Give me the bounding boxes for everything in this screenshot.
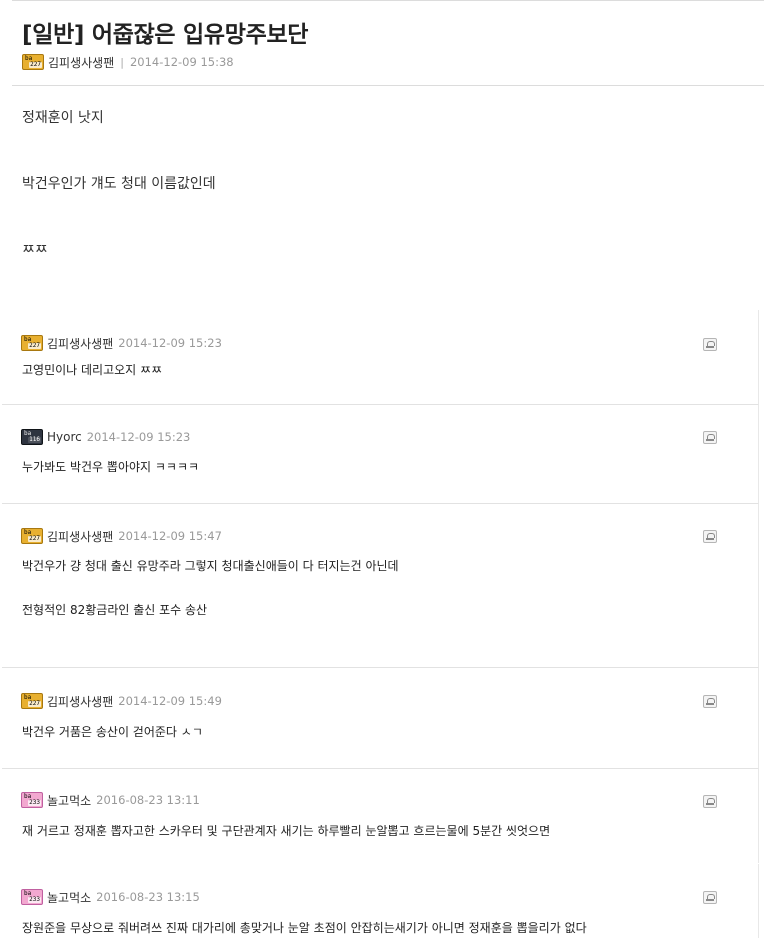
comment-date: 2014-12-09 15:23 [86,430,191,444]
comment-date: 2016-08-23 13:15 [96,890,200,904]
report-icon[interactable] [703,431,717,444]
comment-header: ba 227 김피생사생팬 2014-12-09 15:47 [21,527,222,545]
level-badge-icon: ba 116 [21,429,43,445]
comment-author[interactable]: 김피생사생팬 [47,335,113,352]
comment-date: 2014-12-09 15:47 [118,529,222,543]
comment-author[interactable]: 놀고먹소 [47,889,91,906]
comment-header: ba 227 김피생사생팬 2014-12-09 15:49 [21,692,222,710]
comment-text: 고영민이나 데리고오지 ㅉㅉ [22,363,163,377]
comment-author[interactable]: Hyorc [47,430,82,444]
post-date: 2014-12-09 15:38 [129,55,234,69]
comment-date: 2014-12-09 15:49 [118,694,222,708]
report-icon[interactable] [703,891,717,904]
level-badge-icon: ba 233 [21,792,43,808]
report-icon[interactable] [703,695,717,708]
comment-date: 2016-08-23 13:11 [96,793,200,807]
comment-date: 2014-12-09 15:23 [118,336,222,350]
comment-text: 박건우가 걍 청대 출신 유망주라 그렇지 청대출신애들이 다 터지는건 아닌데 [22,559,399,573]
comment-item: ba 233 놀고먹소 2016-08-23 13:15 장원준을 무상으로 줘버… [2,864,759,938]
level-badge-icon: ba 227 [21,528,43,544]
post-article: [일반] 어줍잖은 입유망주보단 ba 227 김피생사생팬 | 2014-12-… [12,0,764,301]
comment-text: 재 거르고 정재훈 뽑자고한 스카우터 및 구단관계자 새기는 하루빨리 눈알뽑… [22,824,551,838]
comment-item: ba 227 김피생사생팬 2014-12-09 15:47 박건우가 걍 청대 … [2,504,759,668]
level-badge-icon: ba 233 [21,889,43,905]
comment-text: 박건우 거품은 송산이 걷어준다 ㅅㄱ [22,725,203,739]
comment-author[interactable]: 김피생사생팬 [47,528,113,545]
post-body-line: ㅉㅉ [22,242,48,258]
level-badge-icon: ba 227 [22,54,44,70]
comment-text: 장원준을 무상으로 줘버려쓰 진짜 대가리에 총맞거나 눈알 초점이 안잡히는새… [22,921,587,935]
comment-header: ba 116 Hyorc 2014-12-09 15:23 [21,428,190,446]
comment-header: ba 227 김피생사생팬 2014-12-09 15:23 [21,334,222,352]
comment-author[interactable]: 놀고먹소 [47,792,91,809]
post-author[interactable]: 김피생사생팬 [48,54,114,71]
report-icon[interactable] [703,530,717,543]
comment-text: 전형적인 82황금라인 출신 포수 송산 [22,603,208,617]
level-badge-icon: ba 227 [21,335,43,351]
comment-text: 누가봐도 박건우 뽑아야지 ㅋㅋㅋㅋ [22,460,200,474]
comment-header: ba 233 놀고먹소 2016-08-23 13:15 [21,888,200,906]
divider [12,85,764,86]
comment-item: ba 116 Hyorc 2014-12-09 15:23 누가봐도 박건우 뽑아… [2,405,759,504]
meta-separator: | [120,55,124,69]
post-body-line: 정재훈이 낫지 [22,110,104,126]
comment-header: ba 233 놀고먹소 2016-08-23 13:11 [21,791,200,809]
report-icon[interactable] [703,795,717,808]
post-meta: ba 227 김피생사생팬 | 2014-12-09 15:38 [22,53,234,71]
comment-item: ba 227 김피생사생팬 2014-12-09 15:23 고영민이나 데리고오… [2,310,759,405]
level-badge-icon: ba 227 [21,693,43,709]
report-icon[interactable] [703,338,717,351]
comment-item: ba 233 놀고먹소 2016-08-23 13:11 재 거르고 정재훈 뽑자… [2,769,759,863]
comment-author[interactable]: 김피생사생팬 [47,693,113,710]
post-title: [일반] 어줍잖은 입유망주보단 [22,22,309,48]
post-body-line: 박건우인가 걔도 청대 이름값인데 [22,176,216,192]
comment-item: ba 227 김피생사생팬 2014-12-09 15:49 박건우 거품은 송산… [2,668,759,769]
